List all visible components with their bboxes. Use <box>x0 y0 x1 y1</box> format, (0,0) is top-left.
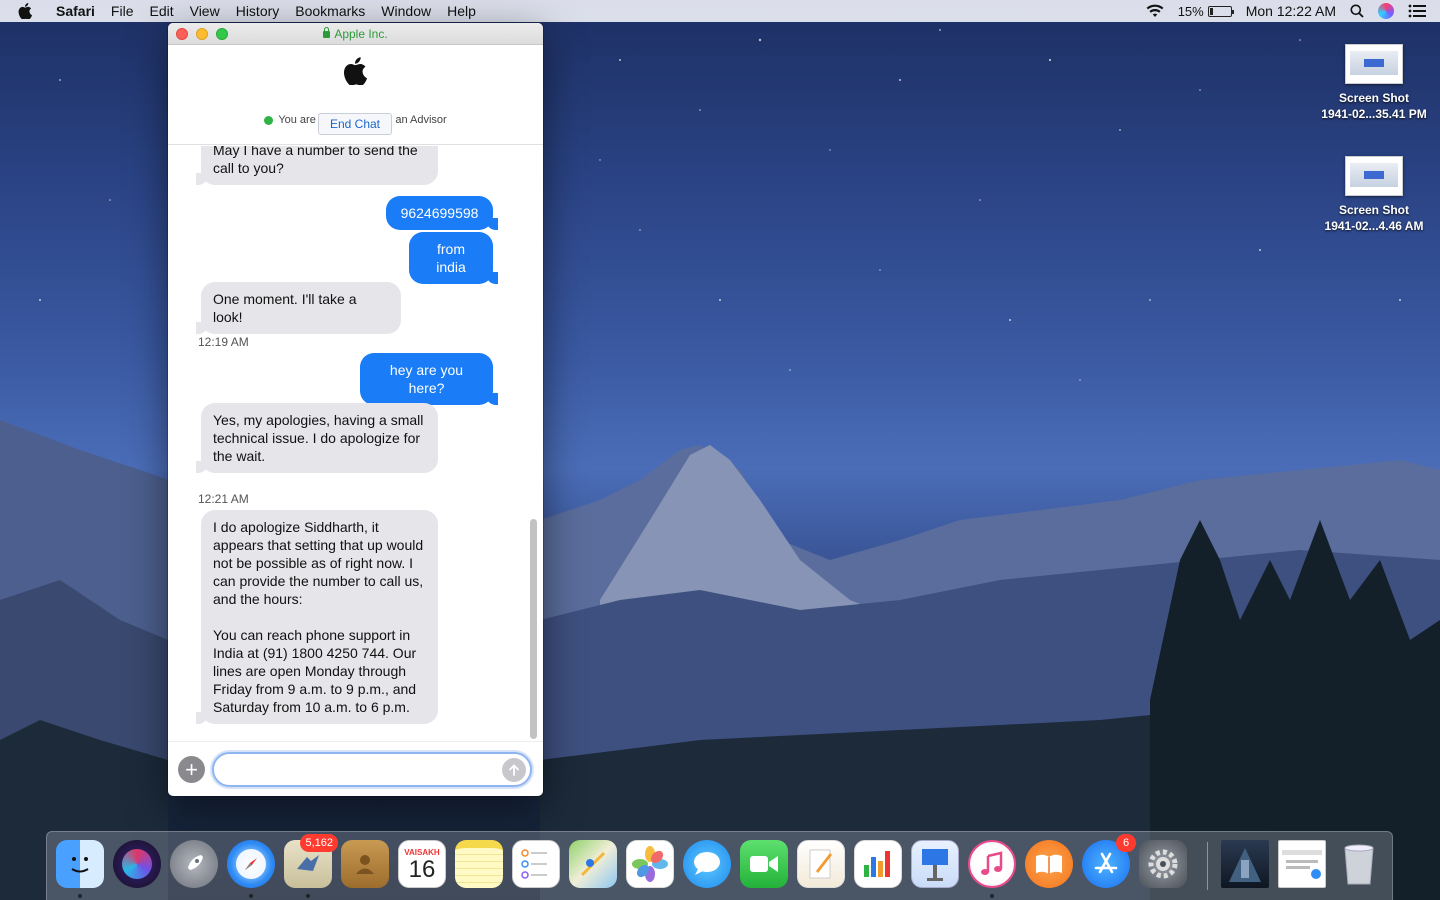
running-indicator <box>249 894 253 898</box>
desktop-file-name-line2: 1941-02...4.46 AM <box>1324 219 1424 233</box>
apple-menu-icon[interactable] <box>18 3 40 19</box>
desktop-file-name-line2: 1941-02...35.41 PM <box>1321 107 1427 121</box>
menu-view[interactable]: View <box>182 0 228 22</box>
app-store-update-badge: 6 <box>1116 834 1136 852</box>
notes-icon[interactable] <box>455 840 503 888</box>
message-incoming: May I have a number to send the call to … <box>196 146 438 185</box>
menu-history[interactable]: History <box>228 0 288 22</box>
battery-percent: 15% <box>1177 3 1204 19</box>
status-area: 15% Mon 12:22 AM <box>1146 0 1440 22</box>
screenshot-thumbnail <box>1345 156 1403 196</box>
composer-bar: + <box>168 741 543 796</box>
dock-separator <box>1207 842 1208 890</box>
desktop-file-screenshot-1[interactable]: Screen Shot 1941-02...35.41 PM <box>1309 44 1439 122</box>
desktop-file-name-line1: Screen Shot <box>1338 91 1410 105</box>
desktop-file-screenshot-2[interactable]: Screen Shot 1941-02...4.46 AM <box>1309 156 1439 234</box>
facetime-camera-icon[interactable] <box>740 840 788 888</box>
calendar-day: 16 <box>408 855 436 883</box>
desktop-file-name-line1: Screen Shot <box>1338 203 1410 217</box>
safari-window-thumbnail[interactable] <box>1278 840 1326 888</box>
menu-edit[interactable]: Edit <box>141 0 181 22</box>
message-outgoing: 9624699598 <box>386 196 498 230</box>
window-title-text: Apple Inc. <box>334 27 388 41</box>
reminders-icon[interactable] <box>512 840 560 888</box>
status-online-dot-icon <box>264 115 274 125</box>
add-attachment-plus-icon[interactable]: + <box>178 756 205 783</box>
window-titlebar[interactable]: Apple Inc. <box>168 23 543 45</box>
wifi-icon[interactable] <box>1146 4 1164 18</box>
ibooks-icon[interactable] <box>1025 840 1073 888</box>
menu-window[interactable]: Window <box>373 0 439 22</box>
message-list-scrollbar[interactable] <box>530 519 537 739</box>
itunes-note-icon[interactable] <box>968 840 1016 888</box>
apple-logo-icon <box>343 57 367 90</box>
launchpad-rocket-icon[interactable] <box>170 840 218 888</box>
menu-help[interactable]: Help <box>439 0 484 22</box>
message-outgoing: hey are you here? <box>360 353 498 405</box>
photos-icon[interactable] <box>626 840 674 888</box>
movie-poster-thumbnail[interactable] <box>1221 840 1269 888</box>
menu-clock[interactable]: Mon 12:22 AM <box>1246 3 1336 19</box>
messages-bubble-icon[interactable] <box>683 840 731 888</box>
trash-icon[interactable] <box>1335 840 1383 888</box>
message-input[interactable] <box>212 752 532 787</box>
menu-bar: Safari File Edit View History Bookmarks … <box>0 0 1440 22</box>
pages-icon[interactable] <box>797 840 845 888</box>
app-store-icon[interactable]: 6 <box>1082 834 1136 888</box>
siri-app-icon[interactable] <box>113 840 161 888</box>
message-paragraph: I do apologize Siddharth, it appears tha… <box>213 519 424 607</box>
running-indicator <box>306 894 310 898</box>
send-arrow-icon[interactable] <box>502 758 526 782</box>
numbers-chart-icon[interactable] <box>854 840 902 888</box>
message-timestamp: 12:19 AM <box>198 335 249 349</box>
battery-icon[interactable] <box>1207 5 1234 17</box>
window-title: Apple Inc. <box>168 27 543 41</box>
calendar-icon[interactable]: VAISAKH 16 <box>398 840 446 888</box>
safari-compass-icon[interactable] <box>227 840 275 888</box>
running-indicator <box>78 894 82 898</box>
menu-bookmarks[interactable]: Bookmarks <box>287 0 373 22</box>
chat-window: Apple Inc. You are connected with an Adv… <box>168 23 543 796</box>
spotlight-search-icon[interactable] <box>1350 4 1364 18</box>
message-list[interactable]: May I have a number to send the call to … <box>168 146 528 741</box>
finder-icon[interactable] <box>56 840 104 888</box>
message-incoming-long: I do apologize Siddharth, it appears tha… <box>196 510 438 724</box>
end-chat-button[interactable]: End Chat <box>318 113 392 135</box>
maps-icon[interactable] <box>569 840 617 888</box>
menu-file[interactable]: File <box>103 0 142 22</box>
system-preferences-gear-icon[interactable] <box>1139 840 1187 888</box>
message-timestamp: 12:21 AM <box>198 492 249 506</box>
message-paragraph: You can reach phone support in India at … <box>213 627 417 715</box>
mail-unread-badge: 5,162 <box>300 834 338 852</box>
message-incoming: Yes, my apologies, having a small techni… <box>196 403 438 473</box>
siri-icon[interactable] <box>1378 3 1394 19</box>
notification-center-icon[interactable] <box>1408 4 1426 18</box>
message-outgoing: from india <box>409 232 498 284</box>
running-indicator <box>990 894 994 898</box>
lock-icon <box>323 27 331 38</box>
contacts-book-icon[interactable] <box>341 840 389 888</box>
mail-stamp-icon[interactable]: 5,162 <box>284 834 338 888</box>
menu-app-name[interactable]: Safari <box>50 0 103 22</box>
keynote-podium-icon[interactable] <box>911 840 959 888</box>
screenshot-thumbnail <box>1345 44 1403 84</box>
message-incoming: One moment. I'll take a look! <box>196 282 401 334</box>
dock: 5,162 VAISAKH 16 6 <box>46 831 1393 900</box>
